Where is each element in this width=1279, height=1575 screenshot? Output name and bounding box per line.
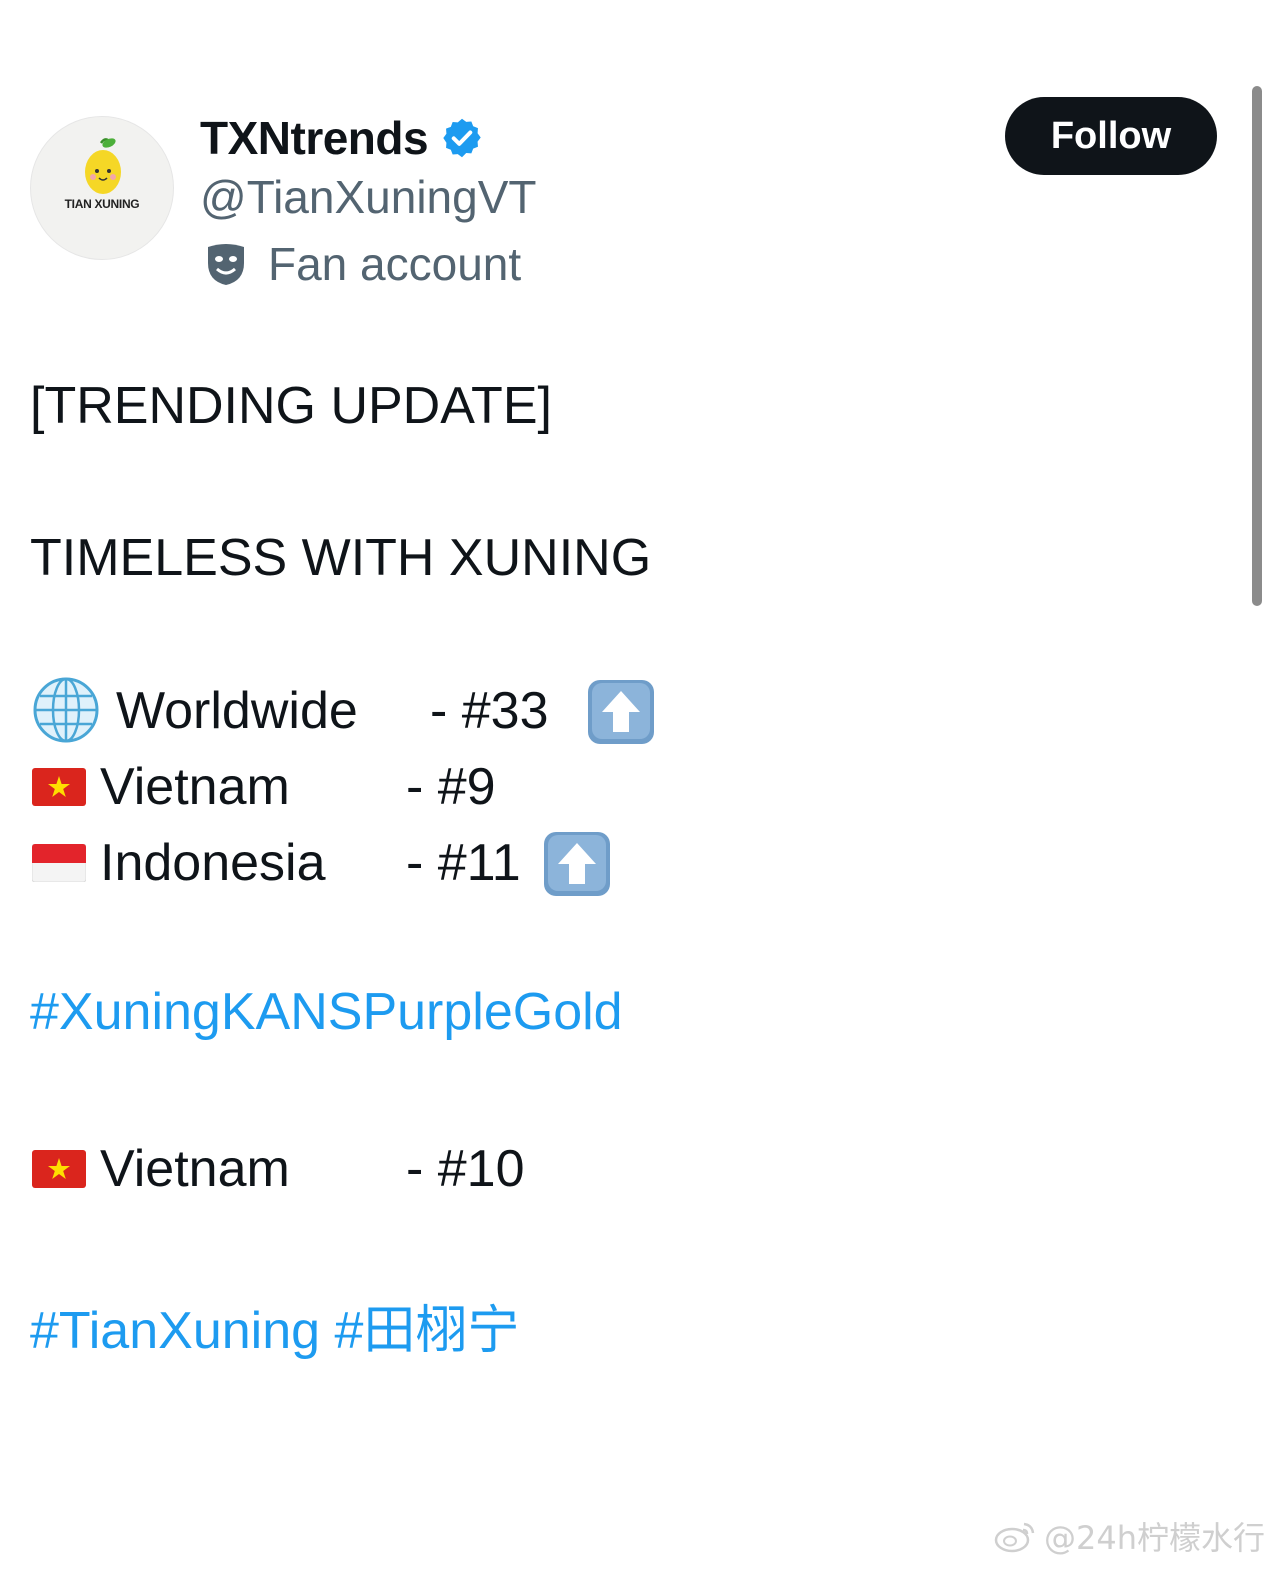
ranking-rank: - #10 xyxy=(406,1140,525,1198)
tweet-subject: TIMELESS WITH XUNING xyxy=(30,529,652,587)
up-arrow-icon xyxy=(544,832,610,896)
account-label: Fan account xyxy=(204,236,521,292)
theater-masks-icon xyxy=(208,244,244,285)
watermark-text: @24h柠檬水行 xyxy=(1043,1519,1265,1557)
ranking-row: Vietnam - #10 xyxy=(30,1134,730,1204)
weibo-logo-icon xyxy=(994,1522,1035,1553)
up-arrow-icon xyxy=(588,680,654,744)
display-name[interactable]: TXNtrends xyxy=(200,111,429,165)
avatar[interactable]: TIAN XUNING xyxy=(30,116,174,260)
ranking-rank: - #9 xyxy=(406,758,496,816)
ranking-row: Vietnam - #9 xyxy=(30,752,730,822)
ranking-rank: - #11 xyxy=(406,834,521,892)
lemon-logo-icon xyxy=(85,138,121,194)
handle[interactable]: @TianXuningVT xyxy=(200,170,537,224)
watermark: @24h柠檬水行 xyxy=(994,1516,1265,1557)
ranking-country: Vietnam xyxy=(100,1140,290,1198)
globe-icon xyxy=(33,677,99,743)
ranking-row: Indonesia - #11 xyxy=(30,828,730,898)
vietnam-flag-icon xyxy=(32,768,86,806)
indonesia-flag-icon xyxy=(32,844,86,882)
ranking-country: Worldwide xyxy=(116,682,358,740)
vietnam-flag-icon xyxy=(32,1150,86,1188)
follow-button[interactable]: Follow xyxy=(1005,97,1217,175)
verified-badge-icon xyxy=(443,118,481,158)
scrollbar[interactable] xyxy=(1252,86,1262,606)
display-name-row: TXNtrends xyxy=(200,110,484,166)
ranking-country: Indonesia xyxy=(100,834,326,892)
ranking-row: Worldwide - #33 xyxy=(30,676,730,746)
ranking-country: Vietnam xyxy=(100,758,290,816)
avatar-text: TIAN XUNING xyxy=(64,197,140,211)
hashtag-link[interactable]: #XuningKANSPurpleGold xyxy=(30,982,623,1042)
account-label-text: Fan account xyxy=(268,238,522,290)
hashtag-link[interactable]: #TianXuning #田栩宁 xyxy=(30,1288,519,1363)
ranking-rank: - #33 xyxy=(430,682,549,740)
tweet-heading: [TRENDING UPDATE] xyxy=(30,377,552,435)
